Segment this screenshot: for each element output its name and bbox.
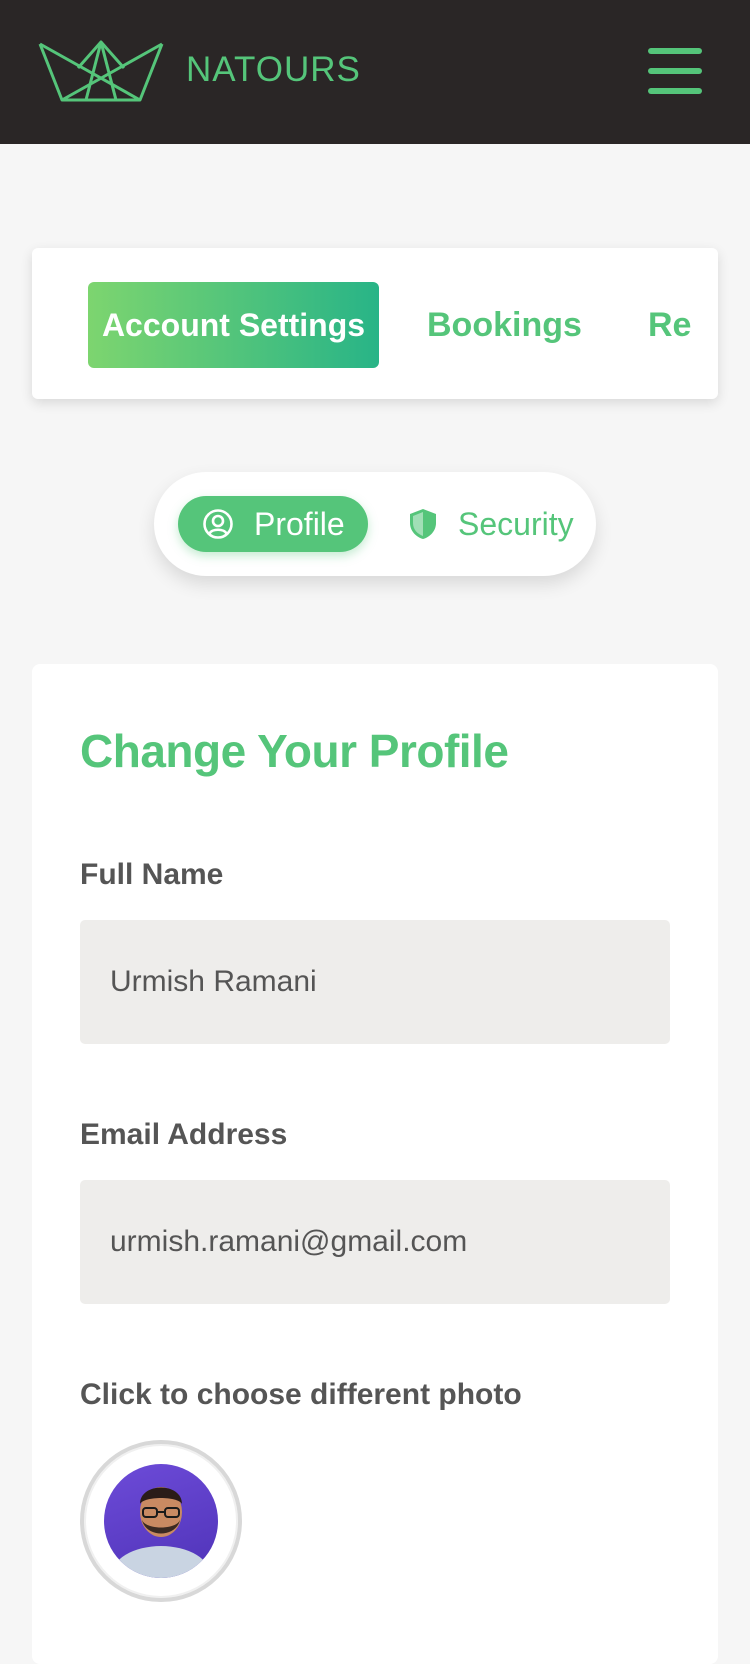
- security-toggle-label: Security: [458, 505, 574, 542]
- photo-picker[interactable]: [80, 1440, 242, 1602]
- full-name-input[interactable]: [80, 920, 670, 1044]
- crown-logo-icon[interactable]: [38, 38, 166, 106]
- photo-label: Click to choose different photo: [80, 1378, 522, 1411]
- tab-bookings[interactable]: Bookings: [427, 282, 582, 368]
- tab-reviews-truncated[interactable]: Re: [648, 282, 718, 368]
- brand-name[interactable]: NATOURS: [186, 50, 361, 90]
- settings-tabs: Account Settings Bookings Re: [32, 248, 718, 399]
- profile-security-toggle: Profile Security: [154, 472, 596, 576]
- email-input[interactable]: [80, 1180, 670, 1304]
- form-heading: Change Your Profile: [80, 725, 509, 777]
- profile-form-card: Change Your Profile Full Name Email Addr…: [32, 664, 718, 1664]
- avatar: [104, 1464, 218, 1578]
- profile-toggle-button[interactable]: Profile: [178, 496, 368, 552]
- avatar-portrait-icon: [111, 1487, 211, 1578]
- email-label: Email Address: [80, 1118, 288, 1151]
- profile-toggle-label: Profile: [254, 505, 345, 542]
- hamburger-menu-icon[interactable]: [648, 48, 702, 94]
- shield-icon: [410, 509, 436, 539]
- top-navigation-bar: NATOURS: [0, 0, 750, 144]
- tab-account-settings[interactable]: Account Settings: [88, 282, 379, 368]
- user-circle-icon: [203, 509, 233, 539]
- security-toggle-button[interactable]: Security: [408, 496, 574, 552]
- full-name-label: Full Name: [80, 858, 224, 891]
